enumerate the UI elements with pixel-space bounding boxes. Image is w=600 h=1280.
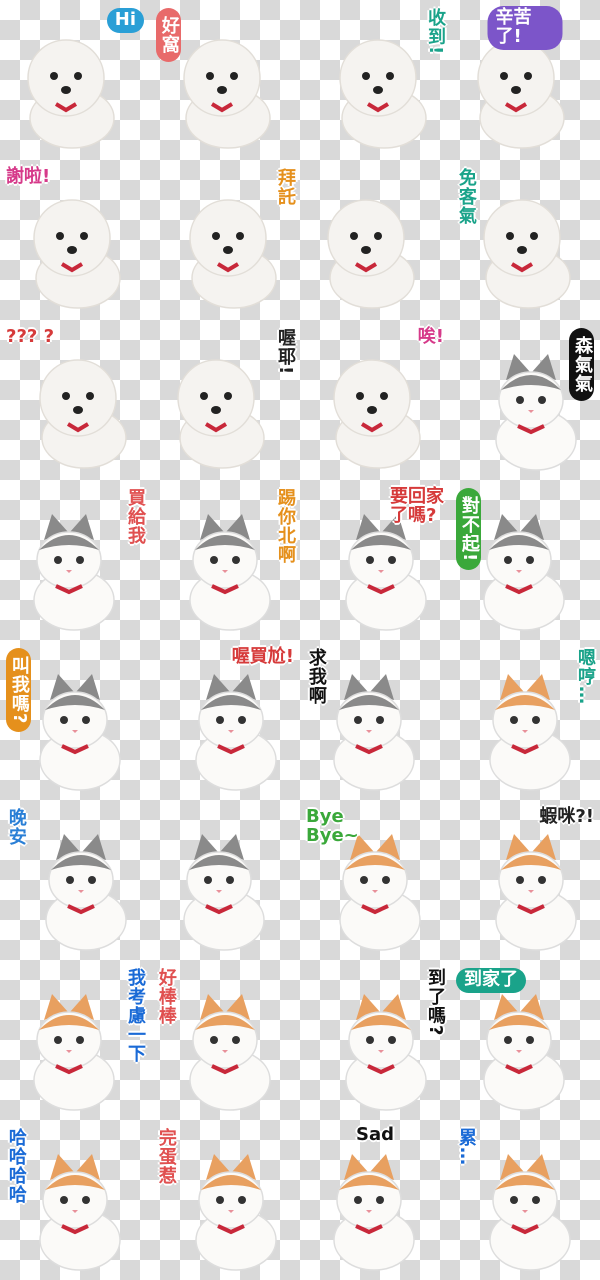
sticker-caption: 好棒棒 bbox=[155, 968, 177, 1025]
sticker-cell[interactable]: Sad bbox=[300, 1120, 450, 1280]
sticker-caption: 喔耶! bbox=[275, 328, 296, 376]
sticker-caption: 對不起! bbox=[456, 488, 481, 571]
sticker-caption: 收到! bbox=[425, 8, 446, 56]
sticker-cell[interactable]: 蝦咪?! bbox=[450, 800, 600, 960]
sticker-cell[interactable]: ??? ? bbox=[0, 320, 150, 480]
sticker-caption: 拜託 bbox=[275, 168, 296, 206]
sticker-caption: 晚安 bbox=[5, 808, 27, 846]
sticker-cell[interactable]: 叫我嗎? bbox=[0, 640, 150, 800]
sticker-caption: Sad bbox=[356, 1124, 394, 1145]
sticker-caption: 嗯哼… bbox=[575, 648, 596, 705]
sticker-cell[interactable]: 到家了 bbox=[450, 960, 600, 1120]
sticker-caption: 我考慮一下 bbox=[125, 968, 146, 1063]
sticker-cell[interactable]: Bye Bye~ bbox=[300, 800, 450, 960]
sticker-caption: 買給我 bbox=[125, 488, 146, 545]
sticker-caption: 累… bbox=[455, 1128, 477, 1166]
sticker-caption: 森氣氣 bbox=[569, 328, 594, 401]
sticker-caption: ??? ? bbox=[6, 326, 55, 347]
sticker-caption: 哈哈哈哈 bbox=[5, 1128, 27, 1204]
sticker-caption: 謝啦! bbox=[6, 166, 51, 187]
sticker-cell[interactable]: 收到! bbox=[300, 0, 450, 160]
sticker-cell[interactable]: 求我啊 bbox=[300, 640, 450, 800]
sticker-caption: 辛苦了! bbox=[487, 6, 563, 50]
sticker-cell[interactable]: 要回家 了嗎? bbox=[300, 480, 450, 640]
sticker-cell[interactable]: 免客氣 bbox=[450, 160, 600, 320]
sticker-cell[interactable]: 喔買尬! bbox=[150, 640, 300, 800]
sticker-cell[interactable]: 哈哈哈哈 bbox=[0, 1120, 150, 1280]
sticker-cell[interactable]: 累… bbox=[450, 1120, 600, 1280]
sticker-caption: 完蛋惹 bbox=[155, 1128, 177, 1185]
sticker-caption: Hi bbox=[106, 8, 144, 33]
sticker-cell[interactable]: 晚安 bbox=[0, 800, 150, 960]
sticker-cell[interactable]: 嗯哼… bbox=[450, 640, 600, 800]
sticker-caption: 踢你北啊 bbox=[275, 488, 296, 564]
sticker-cell[interactable]: 謝啦! bbox=[0, 160, 150, 320]
sticker-cell[interactable]: 對不起! bbox=[450, 480, 600, 640]
sticker-cell[interactable] bbox=[150, 800, 300, 960]
sticker-cell[interactable]: 我考慮一下 bbox=[0, 960, 150, 1120]
sticker-caption: 叫我嗎? bbox=[6, 648, 31, 733]
sticker-cell[interactable]: 唉! bbox=[300, 320, 450, 480]
sticker-caption: 要回家 了嗎? bbox=[390, 486, 444, 526]
sticker-cell[interactable]: 完蛋惹 bbox=[150, 1120, 300, 1280]
sticker-cell[interactable]: 辛苦了! bbox=[450, 0, 600, 160]
sticker-caption: Bye Bye~ bbox=[306, 806, 359, 846]
sticker-cell[interactable]: 踢你北啊 bbox=[150, 480, 300, 640]
sticker-cell[interactable] bbox=[300, 160, 450, 320]
sticker-caption: 到家了 bbox=[456, 968, 526, 993]
sticker-caption: 求我啊 bbox=[305, 648, 327, 705]
sticker-caption: 喔買尬! bbox=[231, 646, 294, 667]
sticker-caption: 到了嗎? bbox=[425, 968, 446, 1037]
sticker-caption: 免客氣 bbox=[455, 168, 477, 225]
sticker-cell[interactable]: 拜託 bbox=[150, 160, 300, 320]
sticker-cell[interactable]: Hi bbox=[0, 0, 150, 160]
sticker-caption: 唉! bbox=[417, 326, 444, 347]
dog-illustration bbox=[327, 199, 415, 309]
sticker-cell[interactable]: 喔耶! bbox=[150, 320, 300, 480]
sticker-grid: Hi 好窩 收到! 辛苦了! 謝啦! 拜託 免客氣 ??? ? 喔耶! 唉! 森氣氣買給我 踢你北啊 要… bbox=[0, 0, 600, 1280]
sticker-cell[interactable]: 到了嗎? bbox=[300, 960, 450, 1120]
sticker-caption: 好窩 bbox=[156, 8, 181, 62]
sticker-caption: 蝦咪?! bbox=[539, 806, 594, 827]
sticker-cell[interactable]: 好窩 bbox=[150, 0, 300, 160]
sticker-cell[interactable]: 買給我 bbox=[0, 480, 150, 640]
cat-illustration bbox=[183, 834, 265, 951]
sticker-cell[interactable]: 好棒棒 bbox=[150, 960, 300, 1120]
sticker-cell[interactable]: 森氣氣 bbox=[450, 320, 600, 480]
